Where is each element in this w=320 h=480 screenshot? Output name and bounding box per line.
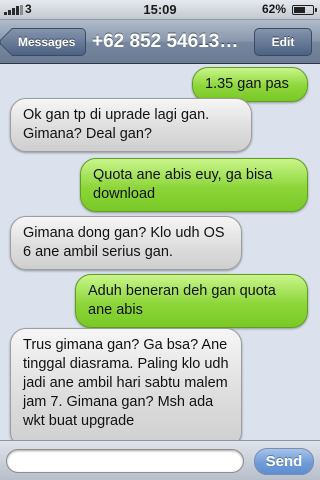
send-button[interactable]: Send	[254, 448, 314, 475]
message-bubble-incoming[interactable]: Trus gimana gan? Ga bsa? Ane tinggal dia…	[10, 328, 242, 440]
message-input[interactable]	[6, 449, 244, 473]
status-bar: 3 15:09 62%	[0, 0, 320, 20]
message-bubble-outgoing[interactable]: Aduh beneran deh gan quota ane abis	[75, 274, 308, 328]
message-bubble-incoming[interactable]: Ok gan tp di uprade lagi gan. Gimana? De…	[10, 98, 252, 152]
edit-button[interactable]: Edit	[254, 28, 312, 56]
back-button-label: Messages	[18, 35, 76, 49]
message-bubble-incoming[interactable]: Gimana dong gan? Klo udh OS 6 ane ambil …	[10, 216, 242, 270]
message-bubble-outgoing[interactable]: 1.35 gan pas	[192, 67, 308, 102]
battery-percent: 62%	[261, 2, 286, 16]
compose-bar: Send	[0, 440, 320, 480]
message-bubble-outgoing[interactable]: Quota ane abis euy, ga bisa download	[80, 158, 308, 212]
navigation-bar: Messages +62 852 54613… Edit	[0, 20, 320, 64]
battery-icon	[292, 5, 317, 15]
conversation-title: +62 852 54613…	[92, 31, 239, 52]
message-thread[interactable]: 1.35 gan pas Ok gan tp di uprade lagi ga…	[0, 64, 320, 440]
back-to-messages-button[interactable]: Messages	[12, 28, 87, 56]
